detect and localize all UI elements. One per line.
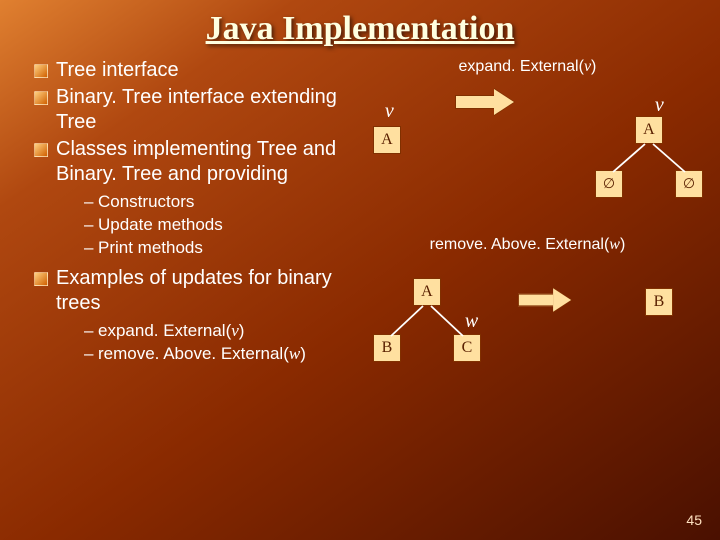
node-text: B xyxy=(382,339,393,357)
node-text: C xyxy=(462,339,473,357)
node-text: B xyxy=(654,293,665,311)
sub-item: remove. Above. External(w) xyxy=(84,343,365,366)
bullet-item: Tree interface xyxy=(30,58,365,83)
sub-var: w xyxy=(289,344,300,363)
bullet-text: Examples of updates for binary trees xyxy=(56,267,332,314)
node-label-v: v xyxy=(385,100,394,123)
arrow-icon xyxy=(518,289,572,311)
node-empty xyxy=(675,170,703,198)
bullet-item: Binary. Tree interface extending Tree xyxy=(30,85,365,135)
sub-list: Constructors Update methods Print method… xyxy=(84,191,365,260)
node-empty xyxy=(595,170,623,198)
sub-text: remove. Above. External( xyxy=(98,344,289,363)
page-number: 45 xyxy=(686,512,702,528)
node: B xyxy=(645,288,673,316)
caption-text: expand. External( xyxy=(459,58,584,75)
sub-text: expand. External( xyxy=(98,321,231,340)
sub-text: ) xyxy=(300,344,306,363)
bullet-item: Examples of updates for binary trees exp… xyxy=(30,266,365,366)
sub-text: ) xyxy=(239,321,245,340)
diagram-remove-above-external: remove. Above. External(w) A B C w B xyxy=(365,236,690,426)
bullet-item: Classes implementing Tree and Binary. Tr… xyxy=(30,137,365,260)
diagram-caption: expand. External(v) xyxy=(365,58,690,76)
sub-item: Update methods xyxy=(84,214,365,237)
caption-var: v xyxy=(584,58,591,75)
caption-text: ) xyxy=(591,58,596,75)
right-column: expand. External(v) v A v A xyxy=(365,58,690,426)
left-column: Tree interface Binary. Tree interface ex… xyxy=(30,58,365,426)
node-text: A xyxy=(643,121,655,139)
columns: Tree interface Binary. Tree interface ex… xyxy=(30,58,690,426)
bullet-list: Tree interface Binary. Tree interface ex… xyxy=(30,58,365,366)
node: C xyxy=(453,334,481,362)
node: A xyxy=(373,126,401,154)
node-text: A xyxy=(421,283,433,301)
caption-var: w xyxy=(609,236,620,253)
sub-item: expand. External(v) xyxy=(84,320,365,343)
sub-item: Print methods xyxy=(84,237,365,260)
tree-edges xyxy=(365,236,705,426)
bullet-text: Classes implementing Tree and Binary. Tr… xyxy=(56,138,336,185)
node-label-v: v xyxy=(655,94,664,117)
sub-item: Constructors xyxy=(84,191,365,214)
diagram-expand-external: expand. External(v) v A v A xyxy=(365,58,690,228)
node: B xyxy=(373,334,401,362)
slide: Java Implementation Tree interface Binar… xyxy=(0,0,720,540)
slide-title: Java Implementation xyxy=(30,10,690,48)
node: A xyxy=(635,116,663,144)
arrow-icon xyxy=(455,90,515,114)
node: A xyxy=(413,278,441,306)
caption-text: remove. Above. External( xyxy=(430,236,610,253)
sub-var: v xyxy=(231,321,239,340)
node-text: A xyxy=(381,131,393,149)
node-label-w: w xyxy=(465,310,478,333)
sub-list: expand. External(v) remove. Above. Exter… xyxy=(84,320,365,366)
diagram-caption: remove. Above. External(w) xyxy=(365,236,690,254)
caption-text: ) xyxy=(620,236,625,253)
